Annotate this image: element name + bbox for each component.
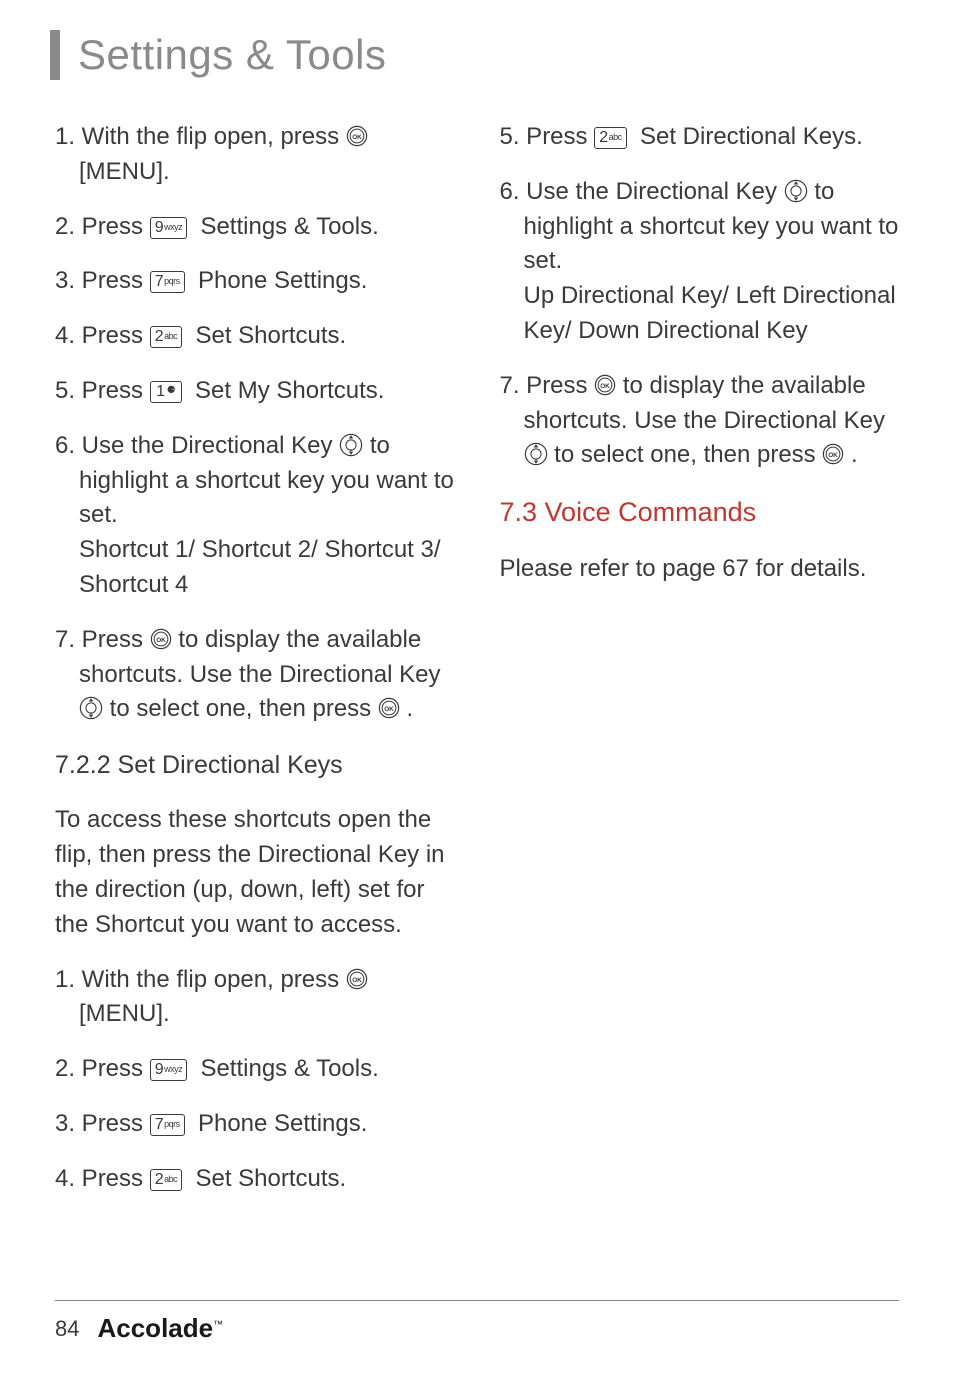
step-b4: 4. Press 2abc Set Shortcuts. [55,1162,455,1197]
step-b2: 2. Press 9wxyz Settings & Tools. [55,1052,455,1087]
directional-key-icon [79,696,103,720]
step-6-options: Shortcut 1/ Shortcut 2/ Shortcut 3/ Shor… [79,533,455,603]
page-title: Settings & Tools [78,31,386,79]
ok-icon [378,695,400,717]
section-voice-commands: 7.3 Voice Commands [500,493,900,532]
intro-paragraph: To access these shortcuts open the flip,… [55,803,455,942]
step-3-pre: 3. Press [55,267,150,294]
step-4-pre: 4. Press [55,322,150,349]
directional-key-icon [339,433,363,457]
key-1-icon: 1 ⚈ [150,381,182,403]
step-7: 7. Press to display the available shortc… [55,623,455,727]
r-step-7-d: . [851,441,858,468]
r-step-6-b: to [814,178,834,205]
step-6-text-a: 6. Use the Directional Key [55,432,339,459]
key-2-icon: 2abc [150,1169,182,1191]
step-b4-label: Set Shortcuts. [189,1165,346,1192]
subheading-set-directional-keys: 7.2.2 Set Directional Keys [55,747,455,783]
page-number: 84 [55,1316,79,1342]
step-b1-menu: [MENU]. [79,997,455,1032]
step-3-label: Phone Settings. [191,267,367,294]
step-b1-text: 1. With the flip open, press [55,966,346,993]
step-4: 4. Press 2abc Set Shortcuts. [55,319,455,354]
step-b3: 3. Press 7pqrs Phone Settings. [55,1107,455,1142]
step-b4-pre: 4. Press [55,1165,150,1192]
step-2-pre: 2. Press [55,213,150,240]
step-6-text-c: highlight a shortcut key you want to set… [79,464,455,534]
ok-icon [150,626,172,648]
key-2-icon: 2abc [594,127,626,149]
right-column: 5. Press 2abc Set Directional Keys. 6. U… [500,120,900,1217]
ok-icon [822,441,844,463]
voice-commands-para: Please refer to page 67 for details. [500,552,900,587]
key-7-icon: 7pqrs [150,1114,185,1136]
key-7-icon: 7pqrs [150,271,185,293]
ok-icon [346,966,368,988]
step-5-pre: 5. Press [55,377,150,404]
step-b3-pre: 3. Press [55,1110,150,1137]
key-2-icon: 2abc [150,326,182,348]
step-3: 3. Press 7pqrs Phone Settings. [55,264,455,299]
step-6-text-b: to [370,432,390,459]
title-accent-bar [50,30,60,80]
ok-icon [594,372,616,394]
r-step-5: 5. Press 2abc Set Directional Keys. [500,120,900,155]
step-4-label: Set Shortcuts. [189,322,346,349]
r-step-7: 7. Press to display the available shortc… [500,369,900,473]
r-step-6-c: highlight a shortcut key you want to set… [524,210,900,280]
directional-key-icon [524,442,548,466]
left-column: 1. With the flip open, press [MENU]. 2. … [55,120,455,1217]
r-step-5-pre: 5. Press [500,123,595,150]
brand-logo: Accolade™ [97,1313,223,1344]
step-7-c: to select one, then press [110,695,378,722]
r-step-6-a: 6. Use the Directional Key [500,178,784,205]
step-b3-label: Phone Settings. [191,1110,367,1137]
step-5-label: Set My Shortcuts. [188,377,384,404]
key-9-icon: 9wxyz [150,217,187,239]
step-6: 6. Use the Directional Key to highlight … [55,429,455,603]
step-b2-pre: 2. Press [55,1055,150,1082]
step-7-a: 7. Press [55,626,150,653]
step-7-d: . [407,695,414,722]
ok-icon [346,123,368,145]
step-b1: 1. With the flip open, press [MENU]. [55,963,455,1033]
r-step-6-options: Up Directional Key/ Left Directional Key… [524,279,900,349]
key-9-icon: 9wxyz [150,1059,187,1081]
step-5: 5. Press 1 ⚈ Set My Shortcuts. [55,374,455,409]
step-2: 2. Press 9wxyz Settings & Tools. [55,210,455,245]
directional-key-icon [784,179,808,203]
step-1-menu: [MENU]. [79,155,455,190]
step-2-label: Settings & Tools. [194,213,379,240]
r-step-5-label: Set Directional Keys. [633,123,862,150]
step-b2-label: Settings & Tools. [194,1055,379,1082]
r-step-7-c: to select one, then press [554,441,822,468]
step-1-text: 1. With the flip open, press [55,123,346,150]
page-title-row: Settings & Tools [50,30,899,80]
r-step-6: 6. Use the Directional Key to highlight … [500,175,900,349]
page-footer: 84 Accolade™ [55,1300,899,1344]
r-step-7-a: 7. Press [500,372,595,399]
step-1: 1. With the flip open, press [MENU]. [55,120,455,190]
